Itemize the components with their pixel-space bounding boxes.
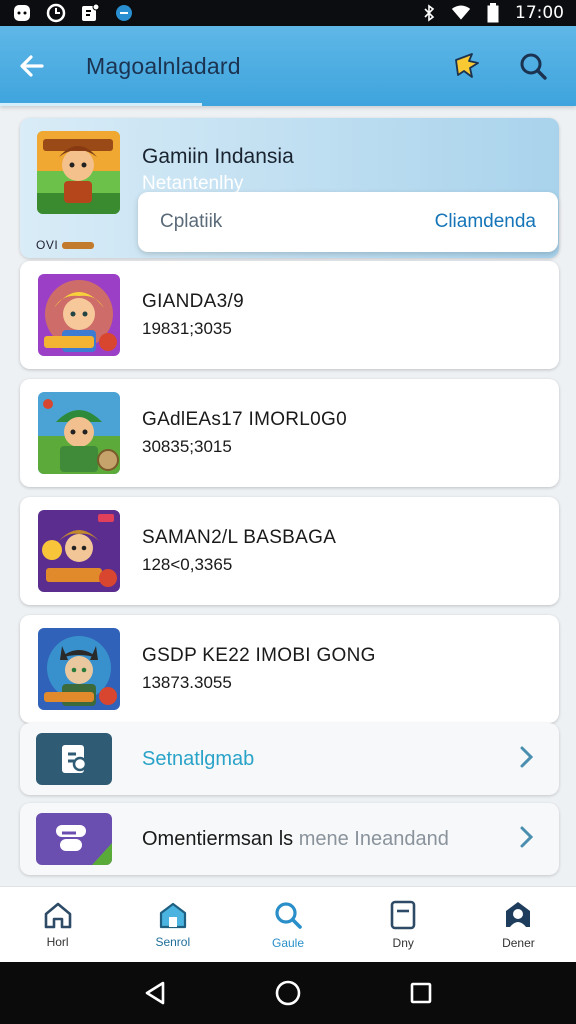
nav-profile-label: Dener xyxy=(502,935,535,950)
game-card[interactable]: GSDP KE22 IMOBI GONG 13873.3055 xyxy=(20,615,559,723)
support-row-label: Omentiermsan ls mene Ineandand xyxy=(142,828,449,851)
app-bar: Magoalnladard xyxy=(0,26,576,106)
game-code: 13873.3055 xyxy=(142,673,232,692)
main-content: Gamiin Indansia Netantenlhy OVI Cplatiik… xyxy=(0,106,576,886)
system-navigation-bar xyxy=(0,962,576,1024)
bluetooth-icon xyxy=(419,3,439,23)
nav-store[interactable]: Senrol xyxy=(115,887,230,962)
game-thumbnail-cat-ninja[interactable] xyxy=(38,628,120,710)
game-code: 19831;3035 xyxy=(142,319,232,338)
game-thumbnail-purple-hero[interactable] xyxy=(38,510,120,592)
document-icon xyxy=(36,733,112,785)
recents-square-icon[interactable] xyxy=(409,981,433,1005)
page-title: Magoalnladard xyxy=(86,52,241,79)
nav-store-label: Senrol xyxy=(155,934,191,949)
chevron-right-icon xyxy=(519,745,535,774)
back-triangle-icon[interactable] xyxy=(143,980,167,1006)
status-time: 17:00 xyxy=(515,3,564,23)
tag-badge xyxy=(62,242,95,250)
game-name: GSDP KE22 IMOBI GONG xyxy=(142,645,376,666)
support-label-primary: Omentiermsan ls xyxy=(142,827,294,850)
home-icon xyxy=(43,901,73,929)
game-card[interactable]: GAdlEAs17 IMORL0G0 30835;3015 xyxy=(20,379,559,487)
nav-library[interactable]: Dny xyxy=(346,887,461,962)
chat-app-icon xyxy=(114,3,134,23)
tablet-icon xyxy=(389,900,417,930)
support-row[interactable]: Omentiermsan ls mene Ineandand xyxy=(20,803,559,875)
featured-game-name: Gamiin Indansia xyxy=(142,145,294,168)
home-circle-icon[interactable] xyxy=(274,979,302,1007)
battery-icon xyxy=(483,3,503,23)
store-icon xyxy=(158,901,188,929)
notification-app-icon xyxy=(80,3,100,23)
game-name: SAMAN2/L BASBAGA xyxy=(142,527,337,548)
game-code: 128<0,3365 xyxy=(142,555,233,574)
back-arrow-icon[interactable] xyxy=(18,52,46,80)
search-icon[interactable] xyxy=(518,51,548,81)
game-card[interactable]: GIANDA3/9 19831;3035 xyxy=(20,261,559,369)
settings-row-label: Setnatlgmab xyxy=(142,747,255,770)
search-icon xyxy=(272,900,304,930)
featured-tag-text: OVI xyxy=(36,238,59,252)
featured-action-box: Cplatiik Cliamdenda xyxy=(138,192,558,252)
clock-app-icon xyxy=(46,3,66,23)
wifi-icon xyxy=(451,3,471,23)
featured-option-button[interactable]: Cplatiik xyxy=(160,211,222,233)
nav-search[interactable]: Gaule xyxy=(230,887,345,962)
support-label-secondary: mene Ineandand xyxy=(298,827,449,850)
profile-icon xyxy=(502,900,534,930)
game-thumbnail-blonde-hero[interactable] xyxy=(38,274,120,356)
chevron-right-icon xyxy=(519,825,535,854)
featured-cta-button[interactable]: Cliamdenda xyxy=(435,211,536,233)
messenger-icon xyxy=(12,3,32,23)
game-thumbnail-green-warrior[interactable] xyxy=(38,392,120,474)
nav-library-label: Dny xyxy=(392,935,414,950)
featured-game-card[interactable]: Gamiin Indansia Netantenlhy OVI Cplatiik… xyxy=(20,118,559,258)
game-card[interactable]: SAMAN2/L BASBAGA 128<0,3365 xyxy=(20,497,559,605)
nav-home[interactable]: Horl xyxy=(0,887,115,962)
game-name: GAdlEAs17 IMORL0G0 xyxy=(142,409,347,430)
nav-profile[interactable]: Dener xyxy=(461,887,576,962)
settings-row[interactable]: Setnatlgmab xyxy=(20,723,559,795)
featured-game-thumbnail[interactable] xyxy=(37,131,120,214)
nav-home-label: Horl xyxy=(46,934,69,949)
chat-icon xyxy=(36,813,112,865)
game-name: GIANDA3/9 xyxy=(142,291,244,312)
favorite-star-icon[interactable] xyxy=(452,51,482,81)
status-bar: 17:00 xyxy=(0,0,576,26)
featured-game-tag: OVI xyxy=(36,238,95,252)
game-code: 30835;3015 xyxy=(142,437,232,456)
bottom-navigation: Horl Senrol Gaule Dny Dener xyxy=(0,886,576,962)
nav-search-label: Gaule xyxy=(271,935,305,950)
